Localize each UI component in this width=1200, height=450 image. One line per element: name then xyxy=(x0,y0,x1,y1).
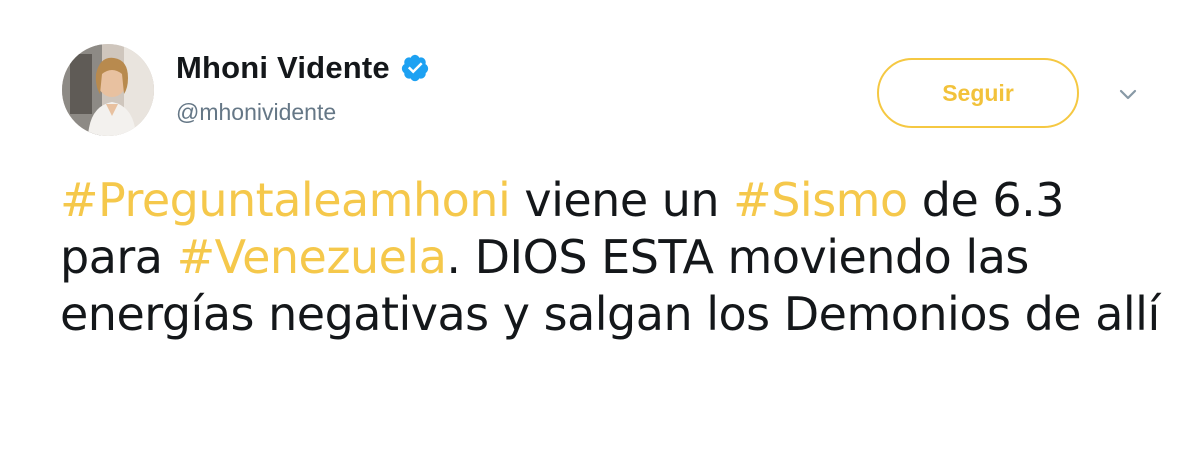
user-handle[interactable]: @mhonividente xyxy=(176,99,336,126)
tweet-text: #Preguntaleamhoni viene un #Sismo de 6.3… xyxy=(60,172,1160,343)
hashtag-link[interactable]: #Sismo xyxy=(733,173,908,227)
display-name[interactable]: Mhoni Vidente xyxy=(176,50,390,86)
follow-button[interactable]: Seguir xyxy=(877,58,1079,128)
hashtag-link[interactable]: #Preguntaleamhoni xyxy=(60,173,511,227)
chevron-down-icon[interactable] xyxy=(1116,82,1140,106)
name-row: Mhoni Vidente xyxy=(176,50,430,86)
verified-badge-icon xyxy=(400,53,430,83)
avatar[interactable] xyxy=(62,44,154,136)
profile-photo-icon xyxy=(62,44,154,136)
tweet-card: Mhoni Vidente @mhonividente Seguir #Preg… xyxy=(0,0,1200,450)
hashtag-link[interactable]: #Venezuela xyxy=(177,230,447,284)
tweet-text-segment: viene un xyxy=(510,173,734,227)
